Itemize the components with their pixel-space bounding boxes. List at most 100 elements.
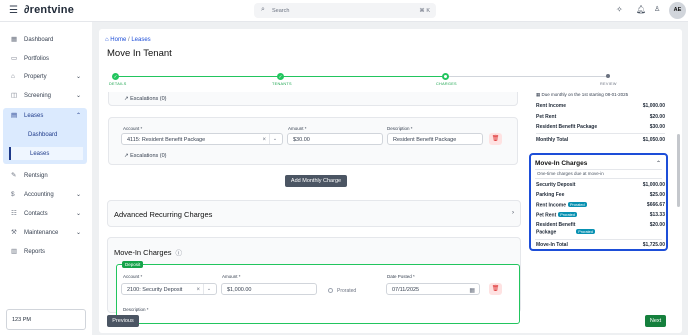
sidebar-item-portfolios[interactable]: ▭ Portfolios: [3, 52, 87, 66]
step-charges-dot[interactable]: [442, 72, 449, 80]
step-label-review: REVIEW: [600, 82, 617, 86]
sidebar-subitem-leases[interactable]: Leases: [9, 147, 83, 160]
summary-row: Parking Fee $25.00: [536, 192, 665, 198]
escalations-link[interactable]: ↗ Escalations (0): [124, 96, 167, 102]
summary-row: Resident Benefit Package Prorated $20.00: [536, 222, 665, 236]
building-icon: ⌂: [11, 73, 15, 80]
sidebar-item-screening[interactable]: ◫ Screening ⌄: [3, 89, 87, 103]
chevron-down-icon: ⌄: [75, 192, 81, 198]
recurring-charge-card: Account * Amount * Description * 4115: R…: [108, 117, 518, 165]
chevron-down-icon[interactable]: ⌄: [203, 284, 214, 294]
search-icon: ⌕: [261, 6, 265, 13]
chevron-down-icon: ⌄: [75, 230, 81, 236]
deposit-badge: Deposit: [122, 261, 144, 268]
sidebar-subitem-leases-dashboard[interactable]: Dashboard: [9, 128, 83, 141]
chevron-down-icon: ⌄: [75, 74, 81, 80]
description-label: Description *: [387, 126, 413, 131]
description-field[interactable]: Resident Benefit Package: [387, 133, 483, 145]
clear-icon[interactable]: ×: [262, 137, 266, 143]
screening-icon: ◫: [11, 92, 18, 99]
breadcrumb-leases[interactable]: Leases: [131, 37, 150, 43]
chevron-down-icon: ⌄: [75, 211, 81, 217]
hamburger-icon[interactable]: ☰: [9, 6, 18, 16]
chart-icon: ▥: [11, 248, 18, 255]
home-icon[interactable]: ⌂: [105, 37, 109, 43]
summary-row: Resident Benefit Package $30.00: [536, 124, 665, 130]
previous-button[interactable]: Previous: [107, 315, 139, 327]
summary-subtitle: One-time charges due at move-in: [537, 171, 604, 176]
wrench-icon: ⚒: [11, 229, 17, 236]
step-review-dot[interactable]: [606, 74, 610, 78]
sidebar-item-contacts[interactable]: ☷ Contacts ⌄: [3, 207, 87, 221]
due-monthly-note: ▦ Due monthly on the 1st starting 08-01-…: [536, 92, 629, 97]
search-shortcut: ⌘ K: [419, 7, 430, 14]
info-icon[interactable]: ⓘ: [176, 250, 183, 257]
chevron-right-icon[interactable]: ›: [512, 210, 514, 216]
sparkle-icon[interactable]: ✧: [616, 6, 623, 14]
stepper-track: [446, 76, 608, 77]
description-label: Description *: [123, 307, 149, 312]
scrollbar[interactable]: [677, 134, 680, 207]
sidebar-item-rentsign[interactable]: ✎ Rentsign: [3, 169, 87, 183]
avatar[interactable]: AE: [669, 2, 686, 19]
prorated-badge: Prorated: [558, 212, 577, 217]
briefcase-icon: ▭: [11, 55, 18, 62]
search-input[interactable]: ⌕ Search ⌘ K: [254, 3, 436, 18]
chevron-down-icon: ⌄: [75, 93, 81, 99]
chevron-down-icon[interactable]: ⌄: [269, 134, 280, 144]
step-details-check-icon[interactable]: ✓: [112, 72, 119, 80]
recurring-charge-card: ↗ Escalations (0): [108, 92, 518, 106]
breadcrumb-separator: /: [127, 37, 130, 43]
trending-up-icon: ↗: [124, 96, 129, 102]
account-label: Account *: [123, 126, 143, 131]
clear-icon[interactable]: ×: [196, 287, 200, 293]
amount-field[interactable]: $30.00: [287, 133, 383, 145]
date-posted-field[interactable]: 07/11/2025 ▦: [386, 283, 480, 295]
deposit-charge-card: Deposit Account * Amount * Date Posted *…: [116, 261, 520, 324]
advanced-recurring-charges-section[interactable]: Advanced Recurring Charges ›: [107, 200, 521, 227]
rentsign-icon: ✎: [11, 172, 17, 179]
property-selector[interactable]: 123 PM: [6, 309, 86, 330]
contacts-icon: ☷: [11, 210, 17, 217]
sidebar-item-accounting[interactable]: $ Accounting ⌄: [3, 188, 87, 202]
divider: [535, 239, 662, 240]
account-select[interactable]: 4115: Resident Benefit Package × ⌄: [121, 133, 283, 145]
account-select[interactable]: 2100: Security Deposit × ⌄: [121, 283, 217, 295]
trash-icon[interactable]: 🗑︎: [489, 283, 502, 295]
top-bar: ☰ ∂rentvine ⌕ Search ⌘ K ✧ 🔔︎ ♙ AE: [0, 0, 688, 22]
bell-icon[interactable]: 🔔︎: [636, 6, 646, 14]
amount-field[interactable]: $1,000.00: [221, 283, 317, 295]
user-icon[interactable]: ♙: [654, 6, 660, 14]
sidebar-item-reports[interactable]: ▥ Reports: [3, 245, 87, 259]
sidebar-item-dashboard[interactable]: ▦ Dashboard: [3, 33, 87, 47]
dollar-icon: $: [11, 191, 15, 198]
prorated-badge: Prorated: [568, 202, 587, 207]
add-monthly-charge-button[interactable]: Add Monthly Charge: [285, 175, 347, 187]
chevron-up-icon[interactable]: ⌃: [656, 160, 661, 167]
step-tenants-check-icon[interactable]: ✓: [277, 72, 284, 80]
monthly-total-row: Monthly Total $1,050.00: [536, 137, 665, 143]
calendar-icon: ▦: [536, 92, 541, 97]
calendar-icon[interactable]: ▦: [469, 287, 475, 294]
move-in-charges-summary: Move-In Charges ⌃ One-time charges due a…: [529, 153, 668, 251]
step-label-tenants: TENANTS: [272, 82, 292, 86]
amount-label: Amount *: [288, 126, 307, 131]
sidebar-item-maintenance[interactable]: ⚒ Maintenance ⌄: [3, 226, 87, 240]
section-title: Advanced Recurring Charges: [114, 210, 213, 219]
summary-row: Rent Income Prorated $666.67: [536, 202, 665, 209]
escalations-link[interactable]: ↗ Escalations (0): [124, 153, 167, 159]
sidebar-item-leases[interactable]: ▤ Leases ⌃: [3, 109, 87, 123]
breadcrumb-home[interactable]: Home: [110, 37, 126, 43]
move-in-charges-section: Move-In Charges ⓘ Deposit Account * Amoun…: [107, 237, 521, 324]
account-label: Account *: [123, 274, 143, 279]
prorated-checkbox[interactable]: Prorated: [328, 288, 356, 294]
amount-label: Amount *: [222, 274, 241, 279]
next-button[interactable]: Next: [645, 315, 666, 327]
summary-title: Move-In Charges: [535, 160, 588, 167]
rentvine-logo[interactable]: ∂rentvine: [24, 4, 74, 16]
summary-row: Pet Rent $20.00: [536, 114, 665, 120]
move-in-total-row: Move-In Total $1,725.00: [536, 242, 665, 248]
trash-icon[interactable]: 🗑︎: [489, 133, 502, 145]
sidebar-item-property[interactable]: ⌂ Property ⌄: [3, 70, 87, 84]
lease-icon: ▤: [11, 112, 18, 119]
